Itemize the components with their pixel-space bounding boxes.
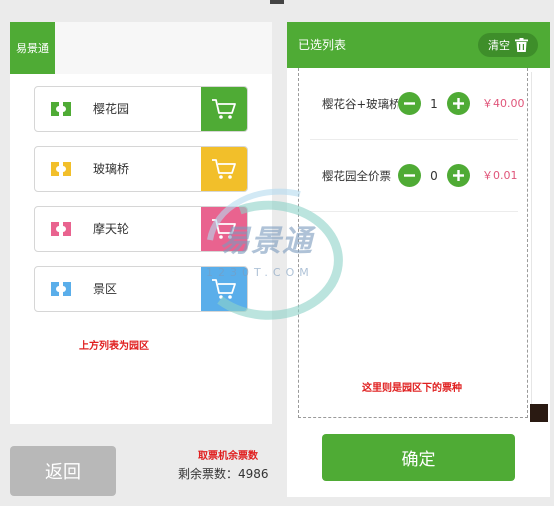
clear-button[interactable]: 清空 <box>478 33 538 57</box>
park-name: 樱花园 <box>93 102 130 116</box>
brand-strip <box>55 22 272 74</box>
selected-header: 已选列表 清空 <box>287 22 550 68</box>
selected-item: 樱花园全价票 0 ￥0.01 <box>310 140 518 212</box>
increase-button[interactable] <box>447 164 470 187</box>
selected-title: 已选列表 <box>298 38 347 52</box>
park-item-glass-bridge[interactable]: 玻璃桥 <box>34 146 248 192</box>
clear-label: 清空 <box>488 39 510 52</box>
park-item-sakura[interactable]: 樱花园 <box>34 86 248 132</box>
side-widget-icon[interactable] <box>530 404 548 422</box>
park-name: 摩天轮 <box>93 222 130 236</box>
cart-icon <box>212 159 236 179</box>
back-button[interactable]: 返回 <box>10 446 116 496</box>
park-item-scenic-area[interactable]: 景区 <box>34 266 248 312</box>
plus-icon <box>453 170 464 181</box>
ticket-price: ￥0.01 <box>482 169 518 182</box>
add-to-cart-button[interactable] <box>201 147 247 191</box>
ticket-name: 樱花谷+玻璃桥 <box>322 97 398 111</box>
ticket-icon <box>51 102 71 116</box>
scrollbar[interactable] <box>531 72 535 418</box>
increase-button[interactable] <box>447 92 470 115</box>
add-to-cart-button[interactable] <box>201 267 247 311</box>
add-to-cart-button[interactable] <box>201 87 247 131</box>
cart-icon <box>212 99 236 119</box>
trash-icon <box>515 38 528 52</box>
cart-icon <box>212 219 236 239</box>
park-name: 玻璃桥 <box>93 162 130 176</box>
confirm-button[interactable]: 确定 <box>322 434 515 481</box>
selected-panel: 已选列表 清空 樱花谷+玻璃桥 1 ￥40.00 樱花园全价票 0 ￥0.01 … <box>287 22 550 497</box>
ticket-icon <box>51 282 71 296</box>
selected-list: 樱花谷+玻璃桥 1 ￥40.00 樱花园全价票 0 ￥0.01 这里则是园区下的… <box>298 68 528 418</box>
quantity-value: 1 <box>430 97 438 111</box>
ticket-name: 樱花园全价票 <box>322 169 391 183</box>
ticket-icon <box>51 162 71 176</box>
park-list-annotation: 上方列表为园区 <box>79 341 149 352</box>
plus-icon <box>453 98 464 109</box>
minus-icon <box>404 102 415 105</box>
quantity-value: 0 <box>430 169 438 183</box>
brand-tab[interactable]: 易景通 <box>10 22 55 74</box>
ticket-price: ￥40.00 <box>482 97 525 110</box>
decrease-button[interactable] <box>398 92 421 115</box>
remaining-tickets: 剩余票数：4986 <box>178 467 269 481</box>
park-item-ferris-wheel[interactable]: 摩天轮 <box>34 206 248 252</box>
brand-label: 易景通 <box>16 42 49 55</box>
add-to-cart-button[interactable] <box>201 207 247 251</box>
ticket-icon <box>51 222 71 236</box>
top-indicator <box>270 0 284 4</box>
cart-icon <box>212 279 236 299</box>
selected-item: 樱花谷+玻璃桥 1 ￥40.00 <box>310 68 525 140</box>
park-name: 景区 <box>93 282 118 296</box>
ticket-type-annotation: 这里则是园区下的票种 <box>362 383 462 394</box>
minus-icon <box>404 174 415 177</box>
park-panel: 易景通 樱花园 玻璃桥 摩天轮 景区 <box>10 22 272 424</box>
decrease-button[interactable] <box>398 164 421 187</box>
machine-annotation: 取票机余票数 <box>198 451 258 462</box>
